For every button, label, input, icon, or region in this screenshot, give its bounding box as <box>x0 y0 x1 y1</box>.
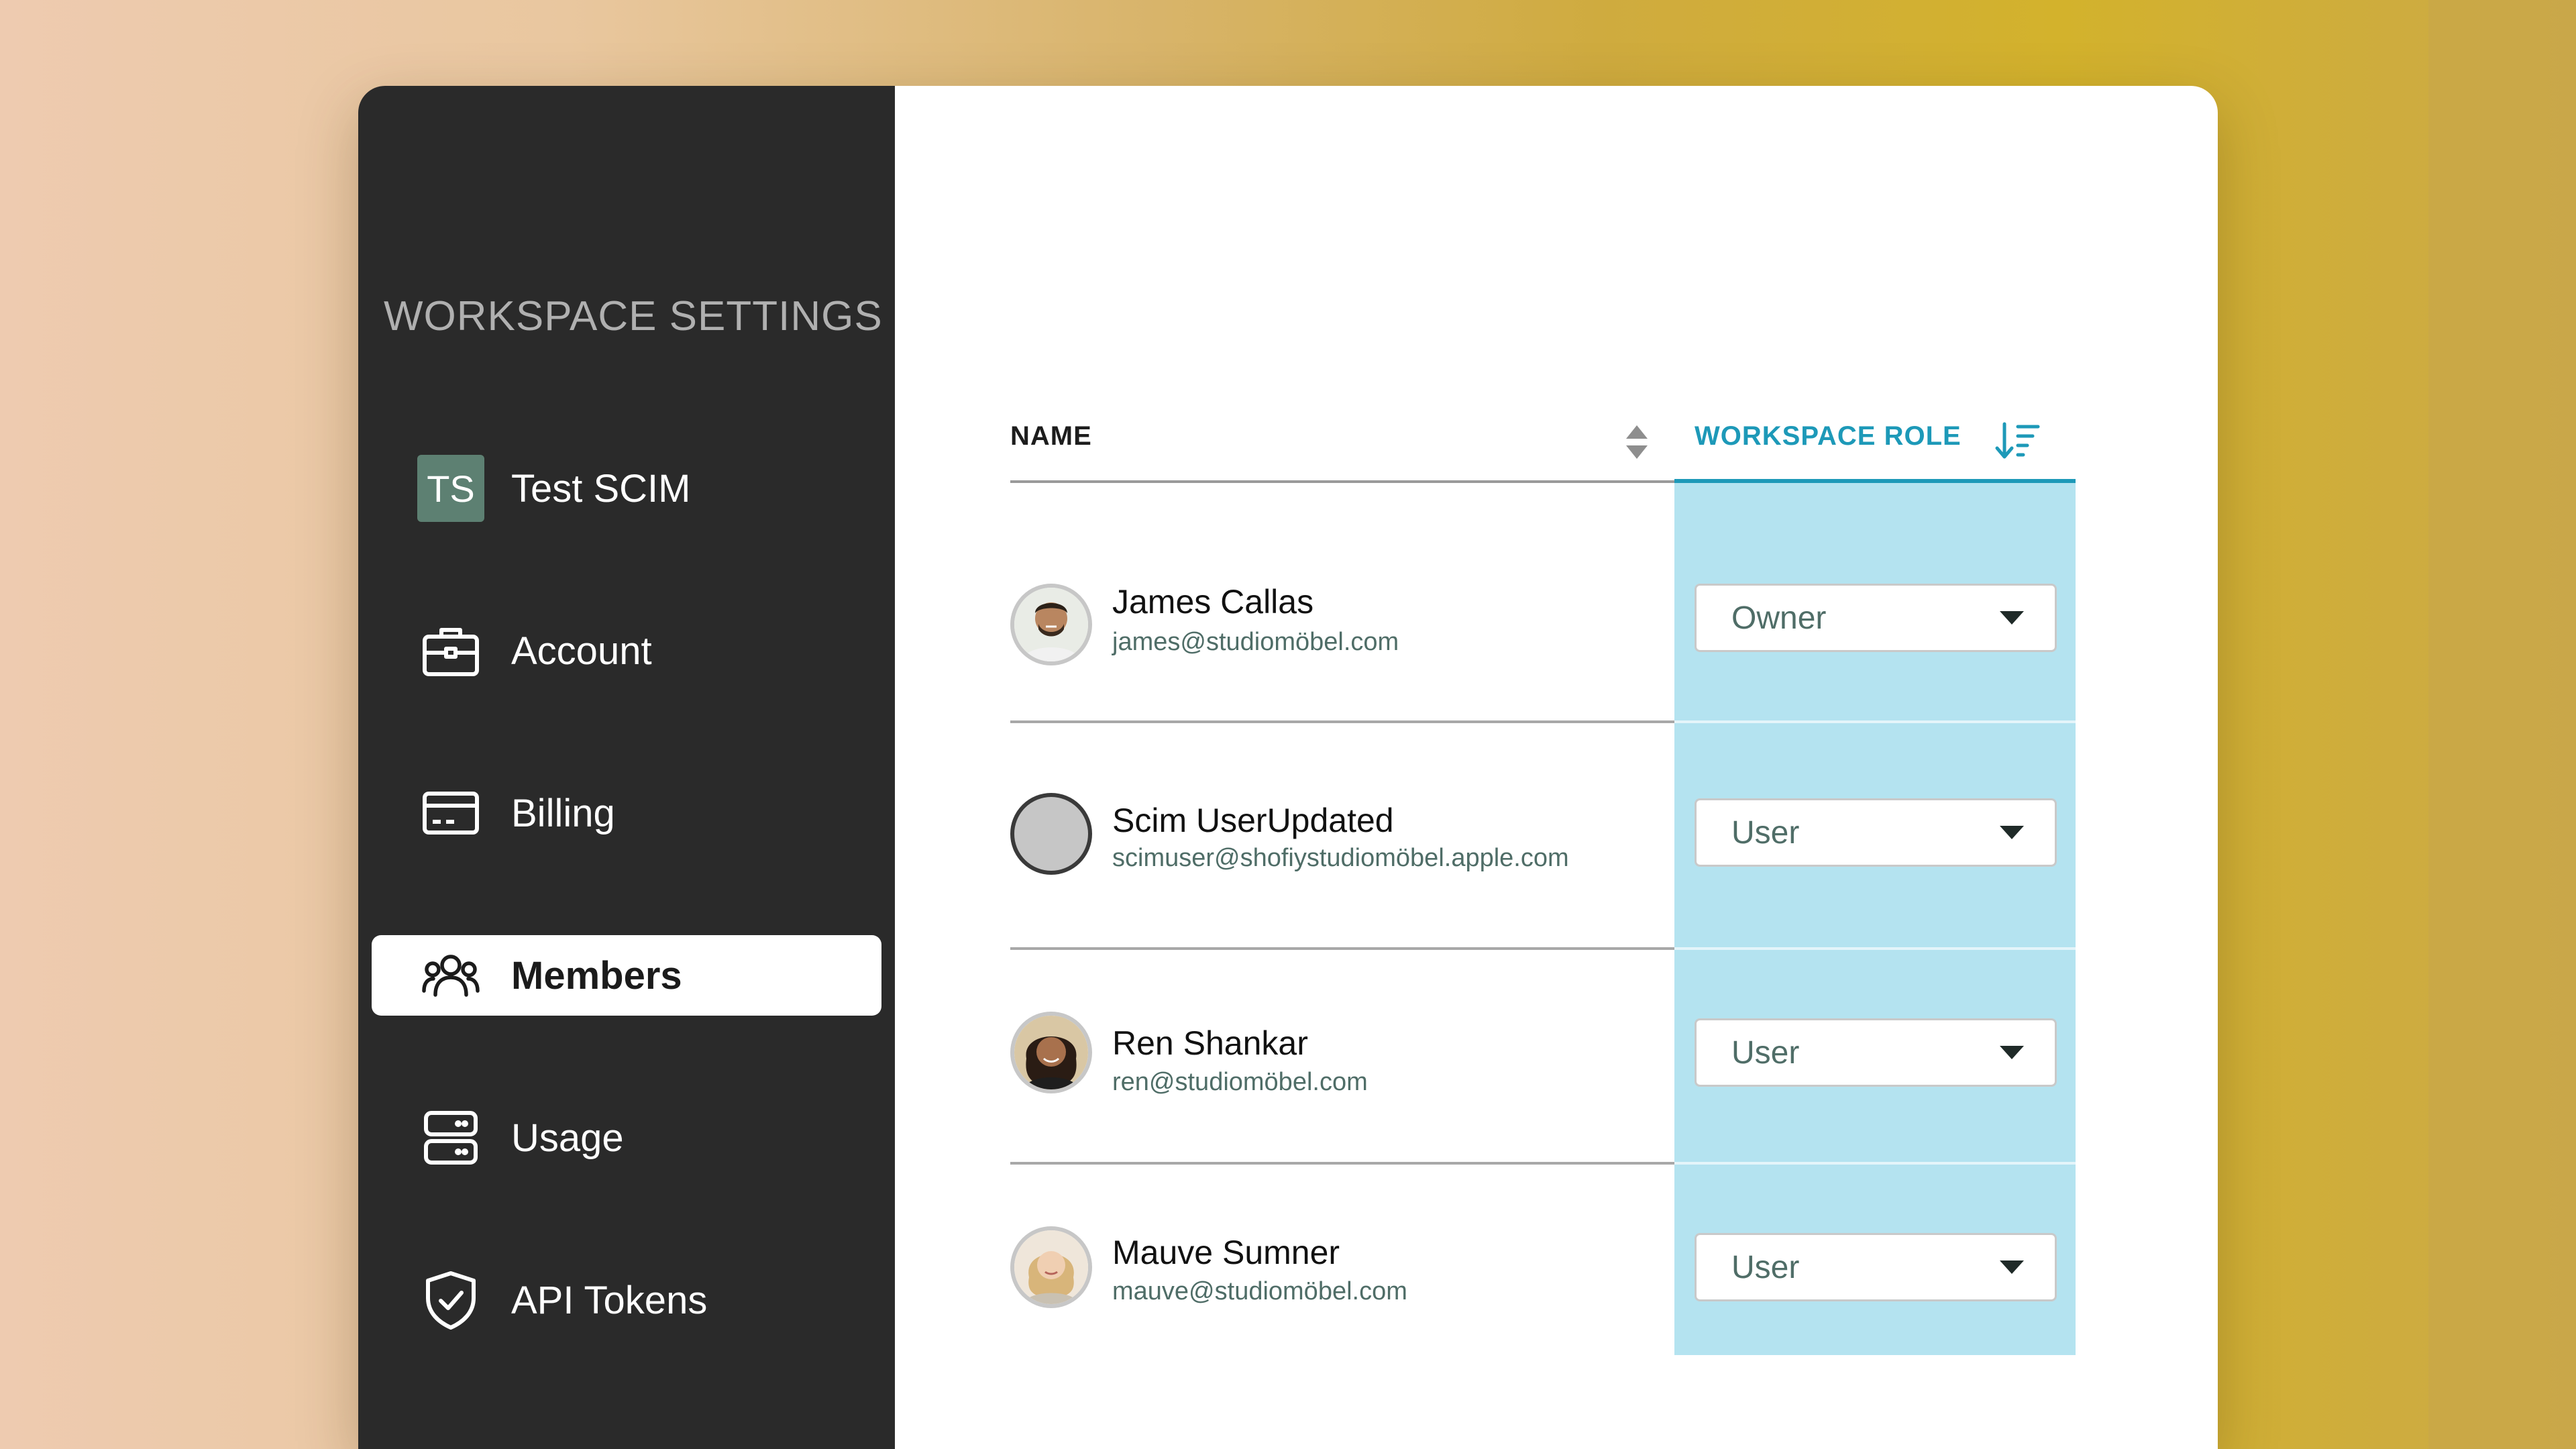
sidebar-item-members[interactable]: Members <box>372 935 881 1016</box>
sidebar-item-billing[interactable]: Billing <box>372 773 881 853</box>
sidebar-item-account[interactable]: Account <box>372 610 881 691</box>
users-icon <box>417 942 484 1009</box>
role-select-value: User <box>1731 1034 1800 1071</box>
workspace-badge-text: TS <box>417 455 484 522</box>
table-row: Mauve Sumner mauve@studiomöbel.com User <box>1010 1202 2076 1336</box>
background-stripe <box>2428 0 2576 1449</box>
sidebar-item-usage[interactable]: Usage <box>372 1097 881 1178</box>
row-divider <box>1010 1162 1674 1165</box>
role-select[interactable]: User <box>1695 798 2057 867</box>
table-row: Ren Shankar ren@studiomöbel.com User <box>1010 987 2076 1122</box>
workspace-badge: TS <box>417 455 484 522</box>
row-divider <box>1010 947 1674 950</box>
sidebar-item-label: Account <box>511 629 652 673</box>
row-divider <box>1674 1162 2076 1165</box>
sidebar-item-test-scim[interactable]: TS Test SCIM <box>372 448 881 529</box>
sidebar-item-api-tokens[interactable]: API Tokens <box>372 1260 881 1340</box>
sort-icon[interactable] <box>1622 421 1652 462</box>
member-name: Mauve Sumner <box>1112 1234 1340 1271</box>
chevron-down-icon <box>2000 826 2024 839</box>
chevron-down-icon <box>2000 1260 2024 1274</box>
members-panel: NAME WORKSPACE ROLE James Callas james@s… <box>895 86 2218 1449</box>
role-select[interactable]: User <box>1695 1233 2057 1301</box>
role-select-value: User <box>1731 1249 1800 1285</box>
member-name: James Callas <box>1112 583 1314 621</box>
member-name: Scim UserUpdated <box>1112 802 1394 839</box>
sidebar: WORKSPACE SETTINGS TS Test SCIM Account <box>358 86 895 1449</box>
settings-window: WORKSPACE SETTINGS TS Test SCIM Account <box>358 86 2218 1449</box>
avatar-placeholder <box>1010 793 1092 875</box>
credit-card-icon <box>417 780 484 847</box>
member-email: mauve@studiomöbel.com <box>1112 1277 1407 1305</box>
table-row: James Callas james@studiomöbel.com Owner <box>1010 549 2076 683</box>
server-icon <box>417 1104 484 1171</box>
sidebar-item-label: Test SCIM <box>511 466 691 511</box>
avatar <box>1010 1012 1092 1093</box>
avatar <box>1010 1226 1092 1308</box>
header-divider <box>1010 480 1674 483</box>
sidebar-title: WORKSPACE SETTINGS <box>384 293 883 339</box>
avatar <box>1010 584 1092 665</box>
shield-check-icon <box>417 1267 484 1334</box>
member-email: james@studiomöbel.com <box>1112 628 1399 656</box>
sidebar-item-label: Billing <box>511 791 615 835</box>
member-email: ren@studiomöbel.com <box>1112 1068 1368 1096</box>
chevron-down-icon <box>2000 1046 2024 1059</box>
row-divider <box>1010 720 1674 723</box>
sort-descending-icon[interactable] <box>1994 420 2041 462</box>
member-email: scimuser@shofiystudiomöbel.apple.com <box>1112 844 1569 872</box>
header-divider-accent <box>1674 479 2076 483</box>
role-select[interactable]: Owner <box>1695 584 2057 652</box>
table-row: Scim UserUpdated scimuser@shofiystudiomö… <box>1010 767 2076 902</box>
chevron-down-icon <box>2000 611 2024 625</box>
role-select-value: Owner <box>1731 600 1827 636</box>
sidebar-item-label: Members <box>511 953 682 998</box>
role-select[interactable]: User <box>1695 1018 2057 1087</box>
column-header-name[interactable]: NAME <box>1010 421 1092 451</box>
sidebar-item-label: Usage <box>511 1116 624 1160</box>
sidebar-item-label: API Tokens <box>511 1278 708 1322</box>
briefcase-icon <box>417 617 484 684</box>
column-header-workspace-role[interactable]: WORKSPACE ROLE <box>1695 421 1962 451</box>
row-divider <box>1674 720 2076 723</box>
role-select-value: User <box>1731 814 1800 851</box>
member-name: Ren Shankar <box>1112 1024 1308 1062</box>
row-divider <box>1674 947 2076 950</box>
